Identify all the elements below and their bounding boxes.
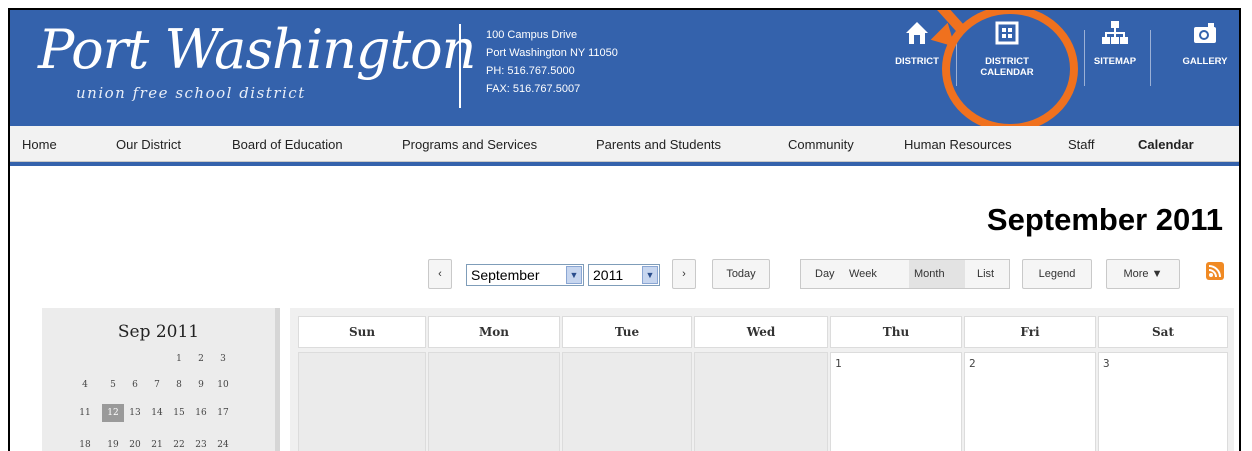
camera-icon [1192,20,1218,46]
mini-calendar-day[interactable]: 10 [212,380,234,390]
weekday-header-sat: Sat [1098,316,1228,348]
mini-calendar: Sep 2011 1 2 3 4 5 6 7 8 9 10 11 12 13 14 15 16 17 18 19 20… [42,308,280,451]
mini-calendar-today[interactable]: 12 [102,404,124,422]
year-select[interactable]: 2011 ▼ [588,264,660,286]
mini-calendar-day[interactable]: 6 [124,380,146,390]
mini-calendar-day[interactable]: 21 [146,440,168,450]
nav-item-board-of-education[interactable]: Board of Education [232,137,343,152]
mini-calendar-day[interactable]: 20 [124,440,146,450]
view-switcher: Day Week Month List [800,259,1010,289]
mini-calendar-day[interactable]: 22 [168,440,190,450]
mini-calendar-day[interactable]: 3 [212,354,234,364]
view-list-button[interactable]: List [977,268,994,280]
district-address: 100 Campus Drive Port Washington NY 1105… [486,26,618,98]
fax: FAX: 516.767.5007 [486,83,581,95]
header-link-label: DISTRICT [895,56,939,67]
weekday-header-wed: Wed [694,316,828,348]
weekday-header-mon: Mon [428,316,560,348]
view-day-button[interactable]: Day [815,268,835,280]
prev-month-button[interactable]: ‹ [428,259,452,289]
nav-item-our-district[interactable]: Our District [116,137,181,152]
mini-calendar-day[interactable]: 1 [168,354,190,364]
nav-item-calendar[interactable]: Calendar [1138,137,1194,152]
divider [459,24,461,108]
weekday-header-tue: Tue [562,316,692,348]
mini-calendar-title: Sep 2011 [117,322,200,342]
calendar-day-cell[interactable]: 2 [964,352,1096,451]
mini-calendar-day[interactable]: 2 [190,354,212,364]
nav-underline [10,162,1239,166]
calendar-empty-cell [694,352,828,451]
header-link-label: GALLERY [1182,56,1228,67]
nav-item-human-resources[interactable]: Human Resources [904,137,1012,152]
address-line: Port Washington NY 11050 [486,47,618,59]
nav-item-parents-and-students[interactable]: Parents and Students [596,137,721,152]
header-link-sitemap[interactable]: SITEMAP [1086,20,1144,67]
mini-calendar-day[interactable]: 13 [124,408,146,418]
header-link-label: SITEMAP [1093,56,1137,67]
day-number: 3 [1103,357,1110,370]
calendar-empty-cell [428,352,560,451]
calendar-empty-cell [562,352,692,451]
nav-item-programs-and-services[interactable]: Programs and Services [402,137,537,152]
separator [1150,30,1151,86]
weekday-header-fri: Fri [964,316,1096,348]
main-nav: Home Our District Board of Education Pro… [10,126,1239,162]
month-select[interactable]: September ▼ [466,264,584,286]
mini-calendar-day[interactable]: 24 [212,440,234,450]
mini-calendar-day[interactable]: 18 [74,440,96,450]
nav-item-staff[interactable]: Staff [1068,137,1095,152]
header-link-gallery[interactable]: GALLERY [1174,20,1236,67]
month-grid: Sun Mon Tue Wed Thu Fri Sat 1 2 3 [290,308,1234,451]
today-button[interactable]: Today [712,259,770,289]
legend-button[interactable]: Legend [1022,259,1092,289]
mini-calendar-day[interactable]: 23 [190,440,212,450]
chevron-down-icon[interactable]: ▼ [642,266,658,284]
mini-calendar-day[interactable]: 11 [74,408,96,418]
day-number: 1 [835,357,842,370]
mini-calendar-day[interactable]: 9 [190,380,212,390]
next-month-button[interactable]: › [672,259,696,289]
logo-subtitle: union free school district [76,84,306,102]
calendar-empty-cell [298,352,426,451]
more-menu-button[interactable]: More ▼ [1106,259,1180,289]
mini-calendar-day[interactable]: 8 [168,380,190,390]
calendar-title: September 2011 [986,202,1223,237]
calendar-day-cell[interactable]: 3 [1098,352,1228,451]
separator [1084,30,1085,86]
weekday-header-sun: Sun [298,316,426,348]
calendar-day-cell[interactable]: 1 [830,352,962,451]
nav-item-home[interactable]: Home [22,137,57,152]
rss-icon[interactable] [1206,262,1224,280]
mini-calendar-day[interactable]: 7 [146,380,168,390]
logo[interactable]: Port Washington [38,18,476,81]
nav-item-community[interactable]: Community [788,137,854,152]
annotation-highlight-circle [942,10,1078,132]
mini-calendar-day[interactable]: 5 [102,380,124,390]
house-icon [904,20,930,46]
mini-calendar-day[interactable]: 16 [190,408,212,418]
view-month-button[interactable]: Month [909,260,965,288]
mini-calendar-day[interactable]: 4 [74,380,96,390]
chevron-down-icon[interactable]: ▼ [566,266,582,284]
mini-calendar-day[interactable]: 14 [146,408,168,418]
address-line: 100 Campus Drive [486,29,578,41]
browser-frame: Port Washington union free school distri… [8,8,1241,451]
month-select-value: September [471,267,540,283]
year-select-value: 2011 [593,267,624,283]
mini-calendar-day[interactable]: 17 [212,408,234,418]
view-week-button[interactable]: Week [849,268,877,280]
mini-calendar-day[interactable]: 19 [102,440,124,450]
mini-calendar-day[interactable]: 15 [168,408,190,418]
day-number: 2 [969,357,976,370]
phone: PH: 516.767.5000 [486,65,575,77]
sitemap-icon [1102,20,1128,46]
weekday-header-thu: Thu [830,316,962,348]
